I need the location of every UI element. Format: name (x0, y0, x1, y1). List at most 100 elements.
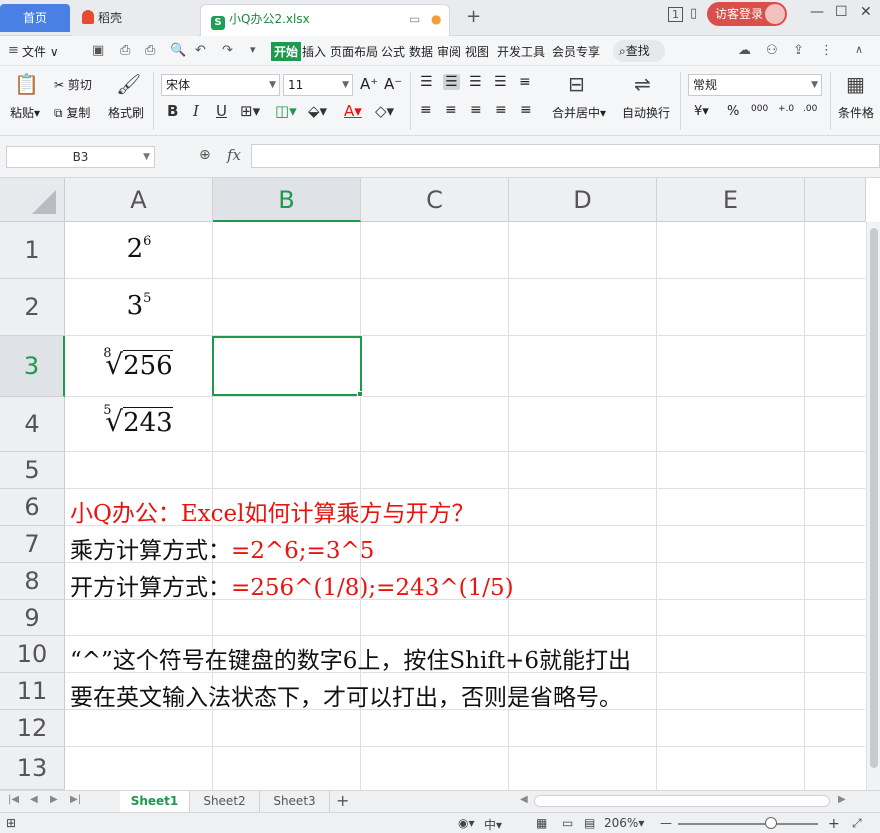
wrap-text-icon[interactable]: ⇌ (634, 72, 651, 96)
menu-page-layout[interactable]: 页面布局 (330, 43, 378, 60)
scroll-right-icon[interactable]: ▶ (838, 794, 846, 805)
export-pdf-icon[interactable]: ⎙ (120, 43, 130, 58)
cell-a6[interactable]: 小Q办公：Excel如何计算乘方与开方？ (70, 494, 474, 528)
close-icon[interactable]: ✕ (860, 4, 872, 20)
scrollbar-thumb[interactable] (870, 228, 878, 768)
align-left-icon[interactable]: ≡ (420, 102, 432, 118)
row-header-1[interactable]: 1 (0, 222, 65, 279)
increase-decimal-icon[interactable]: +.0 (778, 104, 794, 114)
cut-button[interactable]: ✂ 剪切 (54, 76, 92, 93)
collapse-ribbon-icon[interactable]: ∧ (855, 43, 863, 56)
menu-view[interactable]: 视图 (465, 43, 489, 60)
conditional-format-button[interactable]: 条件格 (838, 104, 874, 121)
merge-button[interactable]: 合并居中▾ (552, 104, 606, 121)
italic-icon[interactable]: I (193, 102, 199, 120)
cloud-icon[interactable]: ☁ (738, 43, 751, 58)
column-header-a[interactable]: A (65, 178, 213, 222)
print-icon[interactable]: ⎙ (145, 43, 155, 58)
zoom-in-icon[interactable]: + (828, 816, 840, 832)
column-header-e[interactable]: E (657, 178, 805, 222)
minimize-icon[interactable]: — (810, 4, 824, 20)
row-header-6[interactable]: 6 (0, 489, 65, 526)
cell-a7[interactable]: 乘方计算方式：=2^6;=3^5 (70, 531, 374, 565)
row-header-13[interactable]: 13 (0, 747, 65, 790)
menu-insert[interactable]: 插入 (302, 43, 326, 60)
add-sheet-icon[interactable]: + (336, 791, 349, 810)
column-header-c[interactable]: C (361, 178, 509, 222)
row-header-2[interactable]: 2 (0, 279, 65, 336)
number-format-select[interactable]: 常规 ▼ (688, 74, 822, 96)
share-icon[interactable]: ⇪ (793, 43, 804, 58)
decrease-decimal-icon[interactable]: .00 (803, 104, 817, 114)
login-button[interactable]: 访客登录 (707, 2, 787, 26)
highlight-icon[interactable]: ⬙▾ (308, 102, 327, 120)
user-icon[interactable]: ⚇ (766, 43, 778, 58)
row-header-3[interactable]: 3 (0, 336, 65, 397)
scroll-left-icon[interactable]: ◀ (520, 794, 528, 805)
column-header-d[interactable]: D (509, 178, 657, 222)
fill-color-icon[interactable]: ◫▾ (275, 102, 297, 120)
column-header-f[interactable] (805, 178, 866, 222)
format-painter-button[interactable]: 格式刷 (108, 104, 144, 121)
sheet-tab-sheet1[interactable]: Sheet1 (120, 791, 190, 812)
last-sheet-icon[interactable]: ▶| (70, 794, 81, 805)
font-name-select[interactable]: 宋体 ▼ (161, 74, 280, 96)
selected-cell-b3[interactable] (212, 336, 362, 396)
align-top-icon[interactable]: ☰ (420, 74, 433, 90)
next-sheet-icon[interactable]: ▶ (50, 794, 58, 805)
more-dropdown-icon[interactable]: ▾ (250, 43, 256, 56)
menu-file[interactable]: 文件 ∨ (22, 43, 59, 60)
percent-icon[interactable]: % (727, 104, 739, 119)
border-icon[interactable]: ⊞▾ (240, 102, 260, 120)
align-center-icon[interactable]: ≡ (445, 102, 457, 118)
formula-input[interactable] (251, 144, 880, 168)
select-all-corner[interactable] (0, 178, 65, 222)
underline-icon[interactable]: U (216, 102, 227, 120)
paste-icon[interactable]: 📋 (14, 72, 39, 96)
prev-sheet-icon[interactable]: ◀ (30, 794, 38, 805)
align-middle-icon[interactable]: ☰ (443, 74, 460, 90)
screen-icon[interactable]: ▭ (409, 5, 420, 33)
name-box[interactable]: B3 ▼ (6, 146, 155, 168)
menu-developer[interactable]: 开发工具 (497, 43, 545, 60)
more-icon[interactable]: ⋮ (820, 43, 833, 58)
row-header-12[interactable]: 12 (0, 710, 65, 747)
paste-button[interactable]: 粘贴▾ (10, 104, 40, 121)
zoom-slider-thumb[interactable] (765, 817, 777, 829)
bold-icon[interactable]: B (167, 102, 178, 120)
increase-font-icon[interactable]: A⁺ (360, 75, 378, 93)
cell-a3[interactable]: 8 √256 (66, 346, 212, 381)
decrease-font-icon[interactable]: A⁻ (384, 75, 402, 93)
zoom-slider-track[interactable] (678, 823, 818, 825)
text-direction-icon[interactable]: ☰ (494, 74, 507, 90)
insert-function-button[interactable]: fx (227, 146, 241, 164)
spreadsheet-grid[interactable]: A B C D E 1 2 3 4 5 6 7 8 9 10 11 12 13 … (0, 178, 880, 790)
justify-icon[interactable]: ≡ (495, 102, 507, 118)
hamburger-menu-icon[interactable]: ≡ (8, 43, 19, 58)
layout-icon[interactable]: 中▾ (484, 816, 502, 833)
maximize-icon[interactable]: ☐ (835, 4, 848, 20)
cell-a1[interactable]: 26 (66, 234, 212, 264)
row-header-7[interactable]: 7 (0, 526, 65, 563)
row-header-8[interactable]: 8 (0, 563, 65, 600)
new-tab-icon[interactable]: + (466, 6, 481, 27)
font-color-icon[interactable]: A▾ (344, 102, 362, 120)
cell-a8[interactable]: 开方计算方式：=256^(1/8);=243^(1/5) (70, 568, 514, 602)
tab-home[interactable]: 首页 (0, 4, 70, 32)
search-button[interactable]: ⌕查找 (613, 40, 665, 62)
orientation-icon[interactable]: ≡ (519, 74, 531, 90)
row-header-4[interactable]: 4 (0, 397, 65, 452)
undo-icon[interactable]: ↶ (195, 43, 206, 58)
macro-icon[interactable]: ⊞ (6, 816, 16, 830)
currency-icon[interactable]: ¥▾ (694, 104, 709, 119)
redo-icon[interactable]: ↷ (222, 43, 233, 58)
page-break-view-icon[interactable]: ▤ (584, 816, 595, 830)
cell-a4[interactable]: 5 √243 (66, 403, 212, 438)
zoom-out-icon[interactable]: — (660, 816, 672, 830)
print-preview-icon[interactable]: 🔍 (170, 43, 186, 58)
wrap-text-button[interactable]: 自动换行 (622, 104, 670, 121)
row-header-10[interactable]: 10 (0, 636, 65, 673)
normal-view-icon[interactable]: ▦ (536, 816, 547, 830)
sheet-tab-sheet2[interactable]: Sheet2 (190, 791, 260, 812)
row-header-5[interactable]: 5 (0, 452, 65, 489)
